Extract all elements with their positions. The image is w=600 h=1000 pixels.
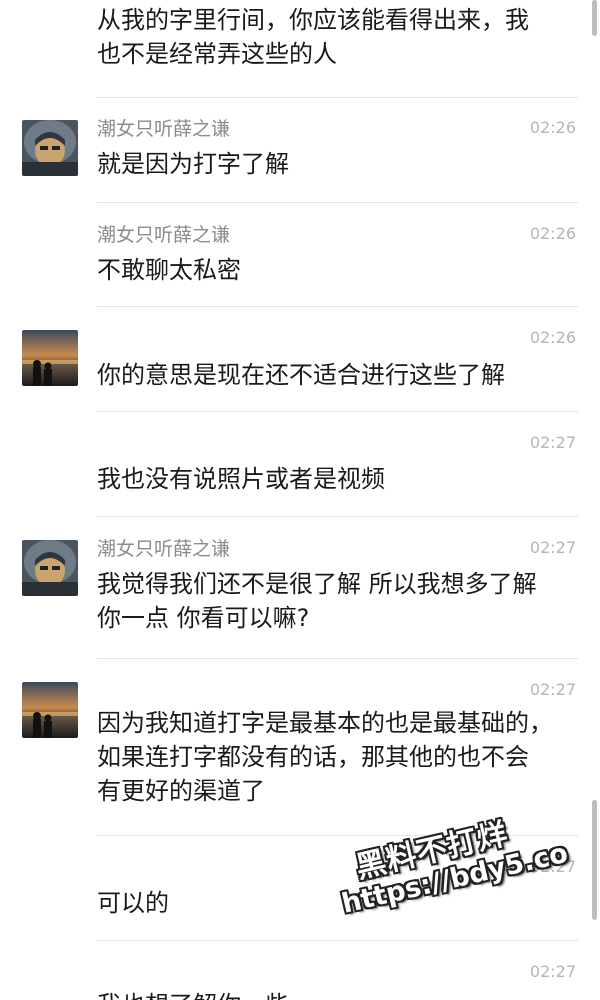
message-timestamp: 02:26 (529, 328, 576, 347)
message-line: 我觉得我们还不是很了解 所以我想多了解 (97, 570, 537, 598)
message-line: 不敢聊太私密 (97, 256, 241, 284)
scrollbar-thumb-top[interactable] (592, 0, 597, 36)
sender-name: 潮女只听薛之谦 (97, 538, 231, 560)
scrollbar-thumb[interactable] (592, 800, 597, 920)
message-divider (97, 516, 578, 517)
message-line: 你的意思是现在还不适合进行这些了解 (97, 361, 505, 389)
message-text: 我也没有说照片或者是视频 (97, 462, 567, 496)
chat-history-view[interactable]: 从我的字里行间，你应该能看得出来，我 也不是经常弄这些的人 潮女只听薛之谦 02… (0, 0, 600, 1000)
message-timestamp: 02:27 (529, 680, 576, 699)
message-timestamp: 02:27 (529, 962, 576, 981)
message-line: 从我的字里行间，你应该能看得出来，我 (97, 6, 529, 34)
message-divider (97, 940, 578, 941)
message-text: 因为我知道打字是最基本的也是最基础的， 如果连打字都没有的话，那其他的也不会 有… (97, 706, 567, 808)
message-line: 我也没有说照片或者是视频 (97, 465, 385, 493)
message-text: 不敢聊太私密 (97, 253, 567, 287)
message-text: 就是因为打字了解 (97, 147, 567, 181)
message-text: 从我的字里行间，你应该能看得出来，我 也不是经常弄这些的人 (97, 3, 567, 71)
message-line: 有更好的渠道了 (97, 777, 265, 805)
message-text: 你的意思是现在还不适合进行这些了解 (97, 358, 567, 392)
message-text: 我也想了解你一些 (97, 988, 567, 1000)
message-divider (97, 202, 578, 203)
sender-name: 潮女只听薛之谦 (97, 118, 231, 140)
girl-hood-avatar-icon (22, 120, 78, 176)
message-line: 如果连打字都没有的话，那其他的也不会 (97, 743, 529, 771)
sender-name: 潮女只听薛之谦 (97, 224, 231, 246)
message-timestamp: 02:27 (529, 538, 576, 557)
avatar[interactable] (22, 330, 78, 386)
message-divider (97, 97, 578, 98)
message-line: 也不是经常弄这些的人 (97, 40, 337, 68)
sunset-couple-avatar-icon (22, 682, 78, 738)
message-line: 你一点 你看可以嘛? (97, 604, 310, 632)
message-divider (97, 411, 578, 412)
avatar[interactable] (22, 120, 78, 176)
sunset-couple-avatar-icon (22, 330, 78, 386)
message-divider (97, 658, 578, 659)
message-line: 就是因为打字了解 (97, 150, 289, 178)
avatar[interactable] (22, 682, 78, 738)
message-divider (97, 306, 578, 307)
message-text: 我觉得我们还不是很了解 所以我想多了解 你一点 你看可以嘛? (97, 567, 567, 635)
message-timestamp: 02:27 (529, 433, 576, 452)
message-timestamp: 02:26 (529, 224, 576, 243)
message-line: 因为我知道打字是最基本的也是最基础的， (97, 709, 553, 737)
message-timestamp: 02:26 (529, 118, 576, 137)
avatar[interactable] (22, 540, 78, 596)
message-line: 我也想了解你一些 (97, 988, 567, 1000)
girl-hood-avatar-icon (22, 540, 78, 596)
